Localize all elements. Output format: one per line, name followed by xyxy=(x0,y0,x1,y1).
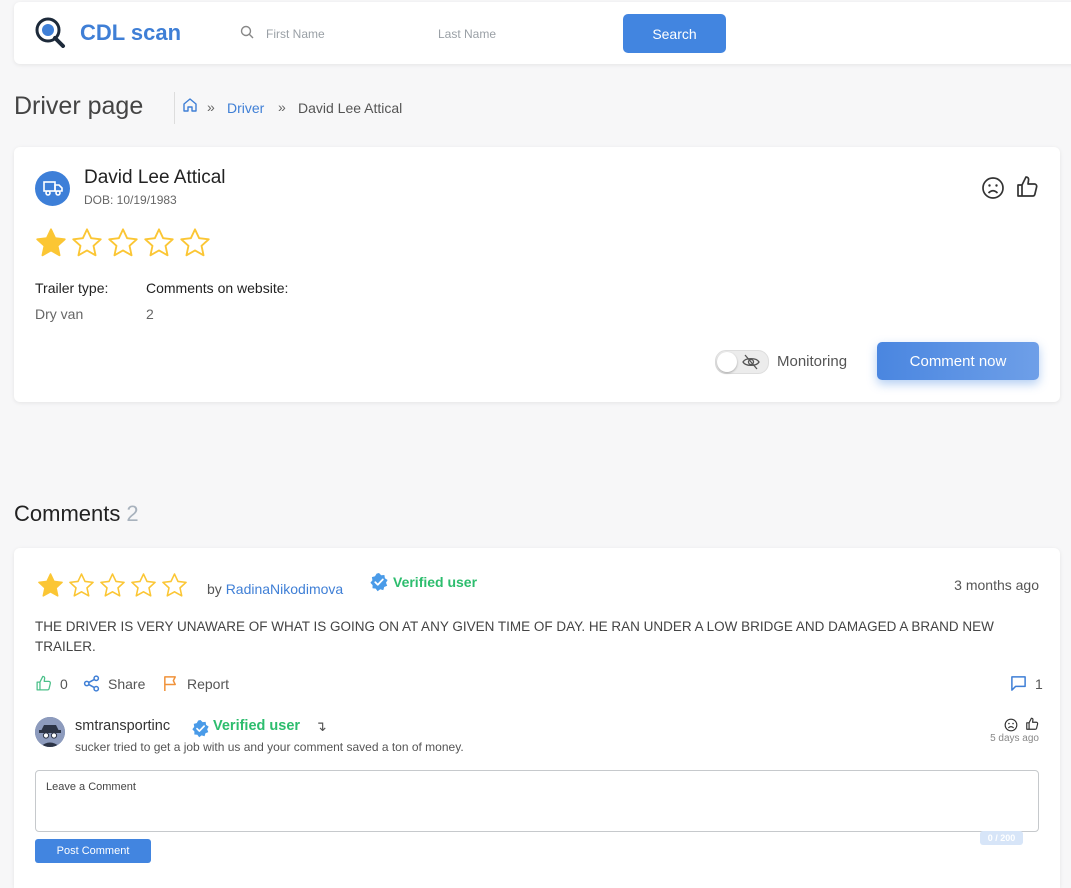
logo-icon[interactable] xyxy=(34,16,66,48)
search-button[interactable]: Search xyxy=(623,14,726,53)
page-title: Driver page xyxy=(14,92,144,120)
comments-title: Comments xyxy=(14,501,121,526)
leave-comment-input[interactable] xyxy=(44,779,1028,823)
reply-arrow-icon[interactable]: ↴ xyxy=(315,718,327,735)
star-empty-icon xyxy=(131,573,156,597)
trailer-type-label: Trailer type: xyxy=(35,280,109,296)
comment-now-button[interactable]: Comment now xyxy=(877,342,1039,380)
comment-text: THE DRIVER IS VERY UNAWARE OF WHAT IS GO… xyxy=(35,619,994,654)
last-name-input[interactable] xyxy=(436,26,590,42)
star-empty-icon xyxy=(69,573,94,597)
monitoring-label: Monitoring xyxy=(777,353,848,370)
comments-count: 2 xyxy=(126,501,139,526)
truck-avatar xyxy=(35,171,70,206)
comments-on-website-label: Comments on website: xyxy=(146,280,289,296)
reply-author[interactable]: smtransportinc xyxy=(75,718,170,734)
star-filled-icon xyxy=(38,573,63,597)
comment-time: 3 months ago xyxy=(954,577,1039,593)
breadcrumb-divider xyxy=(174,92,175,124)
breadcrumb-separator: » xyxy=(207,99,215,115)
driver-dob: DOB: 10/19/1983 xyxy=(84,193,177,207)
comments-heading: Comments 2 xyxy=(14,501,139,527)
monitoring-toggle[interactable] xyxy=(715,350,769,374)
verified-badge-icon xyxy=(192,719,209,738)
dislike-face-icon[interactable] xyxy=(1004,718,1018,732)
comment-rating xyxy=(37,572,188,599)
star-empty-icon xyxy=(100,573,125,597)
like-comment-button[interactable]: 0 xyxy=(35,675,68,692)
verified-user-label: Verified user xyxy=(213,718,301,734)
post-comment-button[interactable]: Post Comment xyxy=(35,839,151,863)
leave-comment-box xyxy=(35,770,1039,832)
eye-off-icon xyxy=(742,354,760,370)
breadcrumb-current: David Lee Attical xyxy=(298,100,403,116)
truck-icon xyxy=(43,181,63,196)
report-button[interactable]: Report xyxy=(162,675,229,692)
home-icon[interactable] xyxy=(182,97,198,113)
star-empty-icon xyxy=(108,228,138,257)
chat-bubble-icon xyxy=(1011,676,1026,691)
logo-text[interactable]: CDL scan xyxy=(80,20,181,46)
star-empty-icon xyxy=(180,228,210,257)
breadcrumb-driver-link[interactable]: Driver xyxy=(227,100,264,116)
star-empty-icon xyxy=(144,228,174,257)
comments-on-website-value: 2 xyxy=(146,306,154,322)
first-name-input[interactable] xyxy=(264,26,418,42)
thumbs-up-icon[interactable] xyxy=(1025,717,1039,731)
share-icon xyxy=(83,675,100,692)
driver-rating xyxy=(35,227,211,259)
spy-avatar-icon xyxy=(35,717,65,747)
comment-author-link[interactable]: RadinaNikodimova xyxy=(226,581,344,597)
reply-text: sucker tried to get a job with us and yo… xyxy=(75,740,464,754)
avatar[interactable] xyxy=(35,717,65,747)
dislike-face-icon[interactable] xyxy=(981,176,1005,200)
driver-card: David Lee Attical DOB: 10/19/1983 Traile… xyxy=(14,147,1060,402)
star-empty-icon xyxy=(72,228,102,257)
verified-badge-icon xyxy=(370,573,388,592)
comment-author: by RadinaNikodimova xyxy=(207,581,343,597)
thumbs-up-icon[interactable] xyxy=(1015,175,1039,199)
trailer-type-value: Dry van xyxy=(35,306,84,322)
report-label: Report xyxy=(187,675,230,692)
share-button[interactable]: Share xyxy=(83,675,145,692)
reply-time: 5 days ago xyxy=(990,733,1039,744)
star-empty-icon xyxy=(162,573,187,597)
replies-toggle[interactable]: 1 xyxy=(1010,675,1043,692)
share-label: Share xyxy=(108,675,146,692)
top-header: CDL scan Search xyxy=(14,2,1071,64)
char-counter: 0 / 200 xyxy=(980,831,1023,845)
flag-icon xyxy=(164,676,176,692)
toggle-knob xyxy=(717,352,737,372)
star-filled-icon xyxy=(36,228,66,257)
like-count: 0 xyxy=(60,675,68,692)
thumbs-up-icon xyxy=(36,675,51,691)
by-prefix: by xyxy=(207,581,222,597)
reply-count: 1 xyxy=(1035,675,1043,692)
verified-user-label: Verified user xyxy=(393,574,478,590)
driver-name: David Lee Attical xyxy=(84,167,226,188)
breadcrumb-separator: » xyxy=(278,99,286,115)
search-icon xyxy=(240,25,254,39)
comment-card: by RadinaNikodimova Verified user 3 mont… xyxy=(14,548,1060,888)
